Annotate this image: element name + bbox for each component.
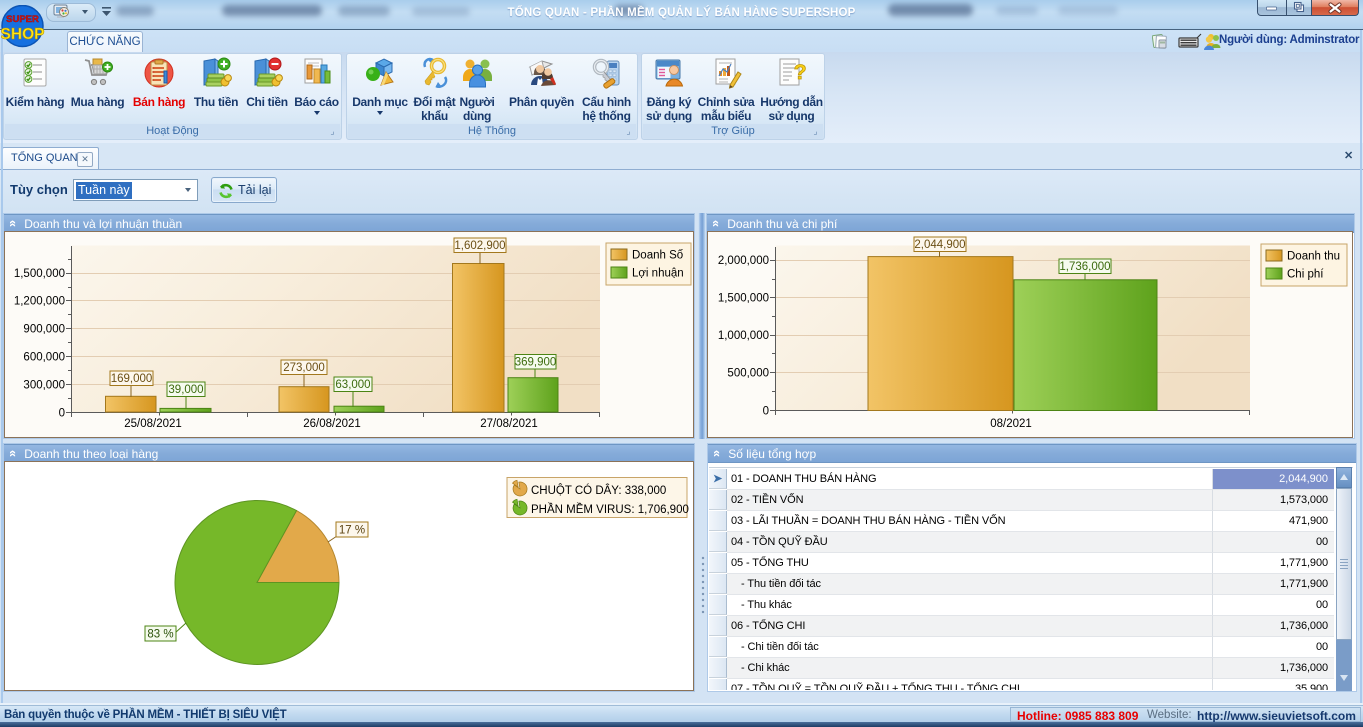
svg-text:1,602,900: 1,602,900	[454, 240, 505, 252]
svg-text:1,500,000: 1,500,000	[14, 268, 65, 280]
svg-text:1,736,000: 1,736,000	[1059, 261, 1110, 273]
svg-text:17 %: 17 %	[339, 525, 365, 537]
svg-text:600,000: 600,000	[23, 352, 65, 364]
svg-text:27/08/2021: 27/08/2021	[480, 418, 538, 430]
svg-text:2,000,000: 2,000,000	[718, 255, 769, 267]
svg-text:Doanh Số: Doanh Số	[632, 250, 684, 262]
svg-text:0: 0	[763, 406, 769, 418]
svg-text:2,044,900: 2,044,900	[914, 239, 965, 251]
svg-text:0: 0	[59, 408, 65, 420]
svg-text:25/08/2021: 25/08/2021	[124, 418, 182, 430]
svg-text:369,900: 369,900	[515, 357, 557, 369]
svg-text:08/2021: 08/2021	[990, 418, 1032, 430]
svg-text:Lợi nhuận: Lợi nhuận	[632, 268, 684, 280]
svg-text:1,000,000: 1,000,000	[718, 330, 769, 342]
svg-text:CHUỘT CÓ DÂY: 338,000: CHUỘT CÓ DÂY: 338,000	[531, 484, 666, 497]
svg-text:Doanh thu: Doanh thu	[1287, 251, 1340, 263]
svg-text:39,000: 39,000	[168, 384, 203, 396]
svg-text:500,000: 500,000	[727, 368, 769, 380]
svg-text:83 %: 83 %	[147, 629, 173, 641]
svg-text:SHOP: SHOP	[1, 26, 44, 43]
svg-text:SUPER: SUPER	[6, 14, 39, 25]
svg-text:1,500,000: 1,500,000	[718, 293, 769, 305]
svg-text:?: ?	[793, 61, 806, 84]
svg-text:26/08/2021: 26/08/2021	[303, 418, 361, 430]
svg-text:PHẦN MỀM VIRUS: 1,706,900: PHẦN MỀM VIRUS: 1,706,900	[531, 503, 689, 516]
svg-text:Chi phí: Chi phí	[1287, 269, 1324, 281]
svg-text:273,000: 273,000	[283, 362, 325, 374]
svg-text:300,000: 300,000	[23, 380, 65, 392]
svg-text:900,000: 900,000	[23, 324, 65, 336]
svg-text:63,000: 63,000	[335, 379, 370, 391]
svg-text:1,200,000: 1,200,000	[14, 296, 65, 308]
svg-text:169,000: 169,000	[111, 373, 153, 385]
